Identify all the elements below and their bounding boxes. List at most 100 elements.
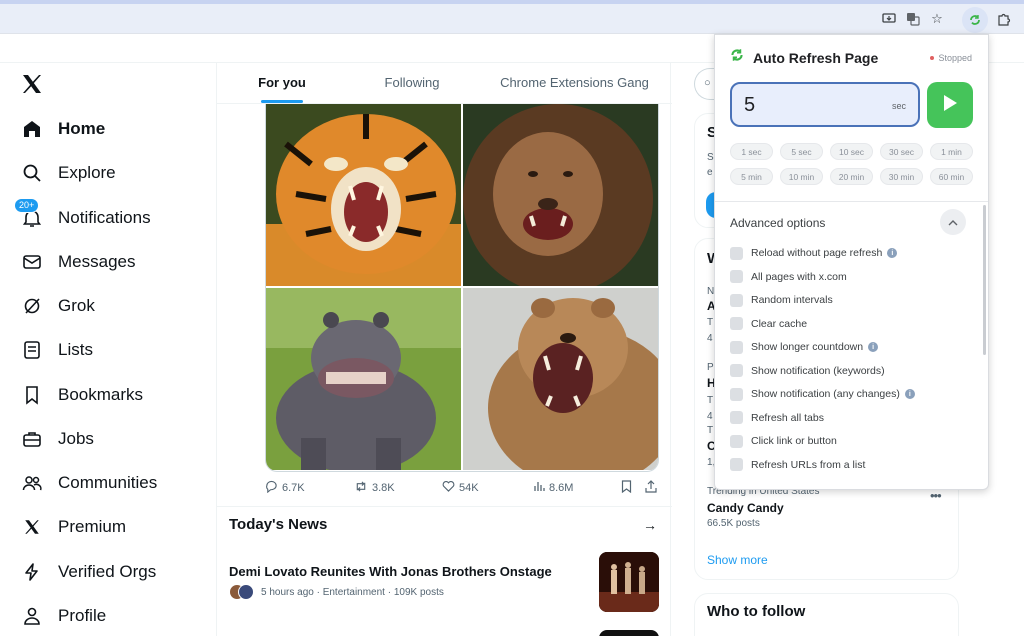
trend-partial-text: T	[707, 317, 714, 328]
nav-label: Lists	[58, 340, 93, 359]
checkbox[interactable]	[730, 458, 743, 471]
option-longer-countdown[interactable]: Show longer countdown i	[730, 339, 970, 355]
chip-preset[interactable]: 5 min	[730, 168, 773, 185]
tiger-image[interactable]	[266, 104, 461, 286]
install-app-icon[interactable]	[880, 10, 898, 28]
checkbox[interactable]	[730, 434, 743, 448]
info-icon[interactable]: i	[904, 389, 915, 399]
post-media-grid[interactable]	[265, 104, 659, 472]
start-button[interactable]	[927, 82, 973, 128]
repost-button[interactable]: 3.8K	[354, 480, 395, 496]
popup-divider	[715, 201, 988, 202]
more-options-icon[interactable]: •••	[930, 488, 942, 503]
checkbox[interactable]	[730, 317, 743, 330]
checkbox[interactable]	[730, 387, 743, 401]
tab-following[interactable]: Following	[347, 62, 477, 103]
option-clear-cache[interactable]: Clear cache	[730, 316, 970, 332]
person-icon	[20, 604, 44, 628]
option-click-link[interactable]: Click link or button	[730, 433, 970, 449]
checkbox[interactable]	[730, 246, 743, 260]
chip-preset[interactable]: 60 min	[930, 168, 973, 185]
nav-item-lists[interactable]: Lists	[20, 332, 200, 368]
nav-item-communities[interactable]: Communities	[20, 465, 200, 501]
home-icon	[20, 117, 44, 141]
option-random-intervals[interactable]: Random intervals	[730, 292, 970, 308]
checkbox[interactable]	[730, 364, 743, 377]
avatar	[238, 584, 254, 600]
option-label: Click link or button	[751, 435, 837, 447]
nav-item-messages[interactable]: Messages	[20, 244, 200, 280]
option-label: Refresh all tabs	[751, 411, 824, 424]
extensions-puzzle-icon[interactable]	[995, 10, 1013, 28]
bear-image[interactable]	[463, 288, 658, 470]
nav-item-bookmarks[interactable]: Bookmarks	[20, 377, 200, 413]
tab-for-you[interactable]: For you	[217, 62, 347, 103]
chip-preset[interactable]: 10 sec	[830, 143, 873, 160]
x-logo-icon[interactable]	[20, 72, 46, 98]
tab-label: For you	[258, 75, 306, 90]
option-label: Refresh URLs from a list	[751, 458, 866, 471]
chip-preset[interactable]: 5 sec	[780, 143, 823, 160]
nav-item-explore[interactable]: Explore	[20, 155, 200, 191]
trend-partial-text: 4	[707, 411, 713, 422]
chip-preset[interactable]: 30 sec	[880, 143, 923, 160]
chip-preset[interactable]: 1 sec	[730, 143, 773, 160]
lion-image[interactable]	[463, 104, 658, 286]
auto-refresh-extension-icon[interactable]	[962, 7, 988, 33]
views-button[interactable]: 8.6M	[533, 480, 573, 495]
bookmark-star-icon[interactable]: ☆	[928, 10, 946, 28]
nav-item-grok[interactable]: Grok	[20, 288, 200, 324]
news-thumbnail[interactable]	[599, 552, 659, 612]
trend-partial-text: T	[707, 425, 714, 436]
option-all-pages[interactable]: All pages with x.com	[730, 269, 970, 285]
arrow-right-icon[interactable]: →	[643, 517, 657, 533]
option-reload-without-refresh[interactable]: Reload without page refresh i	[730, 245, 970, 261]
nav-item-profile[interactable]: Profile	[20, 598, 200, 634]
checkbox[interactable]	[730, 293, 743, 307]
interval-input[interactable]: 5 sec	[730, 82, 920, 127]
option-refresh-all-tabs[interactable]: Refresh all tabs	[730, 410, 970, 426]
chip-preset[interactable]: 1 min	[930, 143, 973, 160]
chip-preset[interactable]: 10 min	[780, 168, 823, 185]
popup-header: Auto Refresh Page	[729, 47, 878, 68]
nav-item-jobs[interactable]: Jobs	[20, 421, 200, 457]
news-item-title[interactable]: Demi Lovato Reunites With Jonas Brothers…	[229, 564, 589, 579]
scrollbar[interactable]	[983, 205, 986, 355]
info-icon[interactable]: i	[887, 248, 898, 258]
hippo-image[interactable]	[266, 288, 461, 470]
bookmark-post-button[interactable]	[621, 480, 632, 496]
option-notification-keywords[interactable]: Show notification (keywords)	[730, 363, 970, 379]
option-refresh-urls[interactable]: Refresh URLs from a list	[730, 457, 970, 473]
post-actions: 6.7K 3.8K 54K 8.6M	[265, 480, 659, 500]
info-icon[interactable]: i	[868, 342, 879, 352]
nav-item-verified-orgs[interactable]: Verified Orgs	[20, 554, 200, 590]
chip-preset[interactable]: 30 min	[880, 168, 923, 185]
tab-chrome-extensions-gang[interactable]: Chrome Extensions Gang	[477, 62, 672, 103]
option-label: Clear cache	[751, 317, 808, 330]
interval-value[interactable]: 5	[744, 94, 755, 117]
card-partial-text: S	[707, 152, 714, 163]
popup-title: Auto Refresh Page	[753, 49, 879, 66]
checkbox[interactable]	[730, 411, 743, 424]
chevron-up-icon	[948, 213, 958, 231]
translate-icon[interactable]	[904, 10, 922, 28]
option-notification-changes[interactable]: Show notification (any changes) i	[730, 386, 970, 402]
checkbox[interactable]	[730, 270, 743, 283]
nav-item-home[interactable]: Home	[20, 111, 200, 147]
heart-icon	[442, 480, 455, 495]
collapse-advanced-button[interactable]	[940, 209, 966, 235]
x-icon	[20, 515, 44, 539]
bookmark-icon	[621, 480, 632, 496]
show-more-link[interactable]: Show more	[707, 553, 768, 567]
nav-label: Jobs	[58, 429, 94, 448]
news-thumbnail-next[interactable]	[599, 630, 659, 636]
share-button[interactable]	[645, 480, 657, 496]
nav-item-premium[interactable]: Premium	[20, 509, 200, 545]
like-button[interactable]: 54K	[442, 480, 479, 495]
reply-button[interactable]: 6.7K	[265, 480, 305, 496]
trend-name[interactable]: Candy Candy	[707, 501, 784, 515]
chip-preset[interactable]: 20 min	[830, 168, 873, 185]
tab-label: Chrome Extensions Gang	[500, 75, 649, 90]
nav-item-notifications[interactable]: 20+ Notifications	[14, 198, 200, 236]
checkbox[interactable]	[730, 340, 743, 354]
